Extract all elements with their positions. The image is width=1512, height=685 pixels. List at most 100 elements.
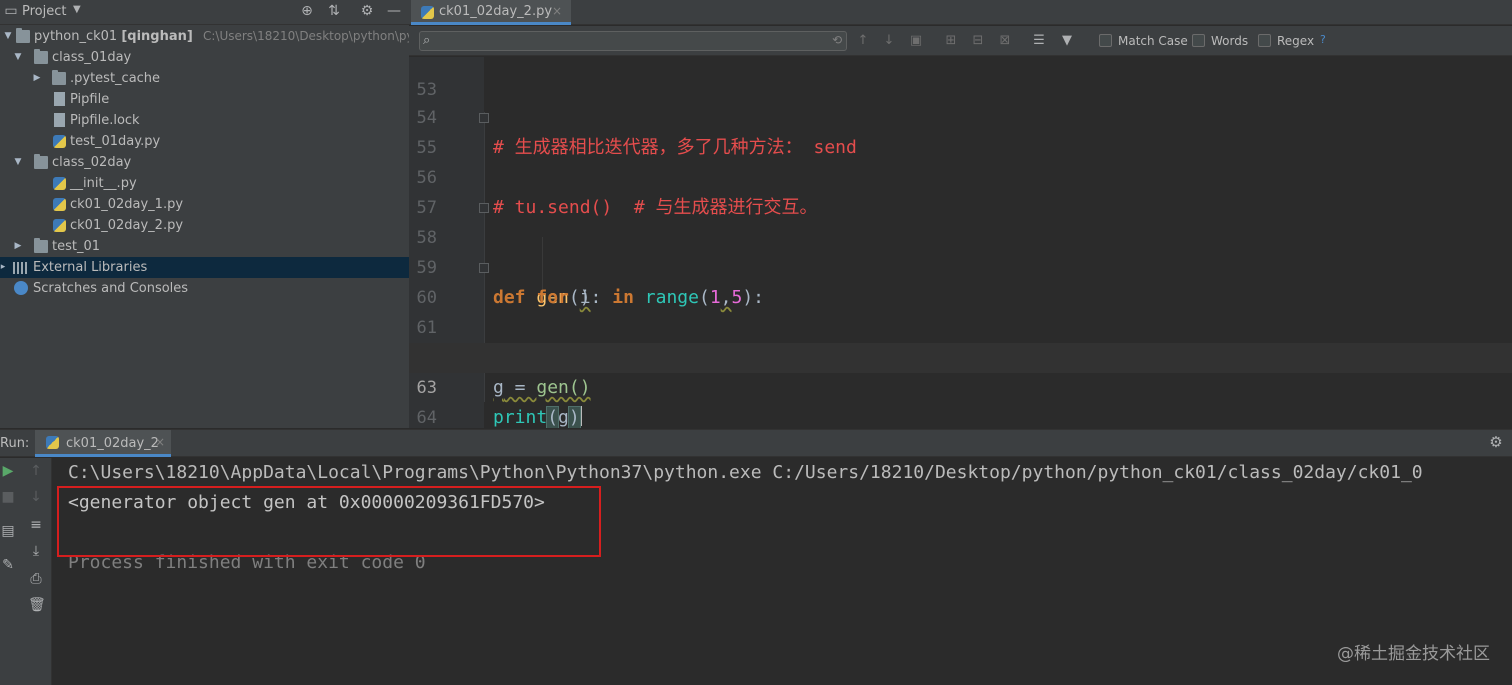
tree-item-label: python_ck01 [34,29,118,44]
code-line[interactable]: 55 # tu.send() # 与生成器进行交互。 [409,103,1512,218]
tree-item-label: test_01day.py [70,134,161,149]
tree-item-ck01-02day-2[interactable]: ck01_02day_2.py [0,215,409,236]
python-file-icon [53,198,66,211]
fold-marker-icon[interactable] [479,113,489,123]
up-icon[interactable]: ↑ [28,462,44,480]
remove-occurrence-icon[interactable]: ⊟ [970,33,986,49]
filter-icon[interactable]: ▼ [1059,33,1075,49]
tree-item-init[interactable]: __init__.py [0,173,409,194]
rerun-icon[interactable]: ▶ [0,462,16,480]
folder-icon [34,238,48,253]
scroll-to-end-icon[interactable]: ⤓ [28,542,44,560]
folder-icon [16,28,30,43]
checkbox-box[interactable] [1192,34,1205,47]
fold-marker-icon[interactable] [479,203,489,213]
match-case-checkbox[interactable]: Match Case [1099,34,1188,50]
close-icon[interactable]: × [552,4,562,18]
collapse-arrow-icon[interactable]: ▶ [12,236,24,257]
tree-item-label: test_01 [52,239,101,254]
words-label: Words [1211,34,1249,48]
code-line[interactable]: 62 g = gen() [409,313,1512,398]
text-caret [579,406,582,426]
layout-icon[interactable]: ▤ [0,522,16,540]
watermark: @稀土掘金技术社区 [1337,644,1490,664]
tree-item-class-02day[interactable]: ▼ class_02day [0,152,409,173]
tree-item-pytest-cache[interactable]: ▶ .pytest_cache [0,68,409,89]
collapse-all-icon[interactable]: ⇅ [326,3,342,19]
collapse-arrow-icon[interactable]: ▶ [31,68,43,89]
regex-checkbox[interactable]: Regex [1258,34,1314,50]
code-line[interactable]: 56 [409,133,1512,188]
code-line[interactable]: 57 [409,163,1512,218]
tree-item-label: ck01_02day_2.py [70,218,184,233]
search-box[interactable]: ⌕ ⟲ [419,31,847,51]
toggle-occurrences-icon[interactable]: ⊠ [997,33,1013,49]
tree-item-ck01-02day-1[interactable]: ck01_02day_1.py [0,194,409,215]
chevron-down-icon[interactable]: ▼ [73,4,81,15]
words-checkbox[interactable]: Words [1192,34,1248,50]
expand-arrow-icon[interactable]: ▼ [12,47,24,68]
select-all-occurrences-icon[interactable]: ▣ [908,33,924,49]
tree-item-label: .pytest_cache [70,71,161,86]
tree-item-pipfile-lock[interactable]: Pipfile.lock [0,110,409,131]
hide-panel-icon[interactable]: — [386,3,402,19]
project-title[interactable]: Project [22,4,66,19]
code-line[interactable]: 59 for i in range(1,5): [409,223,1512,308]
line-number: 64 [416,408,437,428]
add-occurrence-icon[interactable]: ⊞ [943,33,959,49]
gear-icon[interactable]: ⚙ [1488,434,1504,450]
expand-arrow-icon[interactable]: ▼ [12,152,24,173]
scratch-icon [14,281,28,295]
gear-icon[interactable]: ⚙ [359,3,375,19]
regex-label: Regex [1277,34,1315,48]
code-builtin: print [493,407,548,428]
tree-item-label: Scratches and Consoles [33,281,189,296]
checkbox-box[interactable] [1258,34,1271,47]
tree-item-test-01day[interactable]: test_01day.py [0,131,409,152]
checkbox-box[interactable] [1099,34,1112,47]
fold-marker-icon[interactable] [479,263,489,273]
print-icon[interactable]: ⎙ [28,570,44,588]
console-command-line: C:\Users\18210\AppData\Local\Programs\Py… [68,462,1423,483]
tree-item-label: ck01_02day_1.py [70,197,184,212]
tree-item-scratches[interactable]: Scratches and Consoles [0,278,409,299]
regex-help-icon[interactable]: ? [1320,33,1326,46]
locate-icon[interactable]: ⊕ [299,3,315,19]
project-view-icon[interactable]: ▭ [3,3,19,19]
tree-item-pipfile[interactable]: Pipfile [0,89,409,110]
library-icon [13,262,29,274]
code-line[interactable]: 60 yield i [409,253,1512,368]
collapse-arrow-icon[interactable]: ▸ [0,257,9,278]
run-tab[interactable]: ck01_02day_2 × [35,430,171,457]
pin-icon[interactable]: ✎ [0,556,16,574]
code-line[interactable]: 54 # 生成器相比迭代器，多了几种方法： send [409,73,1512,158]
python-file-icon [46,436,59,449]
tree-item-external-libraries[interactable]: ▸ External Libraries [0,257,409,278]
editor-tab-active[interactable]: ck01_02day_2.py × [411,0,571,25]
code-line[interactable]: 61 [409,283,1512,338]
expand-arrow-icon[interactable]: ▼ [2,26,14,47]
code-punct: ) [567,406,581,428]
code-line[interactable]: 64 [409,373,1512,428]
close-icon[interactable]: × [155,435,165,449]
python-file-icon [53,177,66,190]
next-occurrence-icon[interactable]: ↓ [881,33,897,49]
stop-icon[interactable]: ■ [0,488,16,506]
tree-item-root[interactable]: ▼ python_ck01 [qinghan] C:\Users\18210\D… [0,26,426,47]
console-output[interactable]: C:\Users\18210\AppData\Local\Programs\Py… [53,458,1512,685]
run-toolbar: ▶ ↑ ■ ↓ ≡ ▤ ⤓ ✎ ⎙ 🗑 [0,458,52,685]
search-icon[interactable]: ⌕ [423,33,430,48]
code-line-current[interactable]: 63 print(g) [409,343,1512,428]
tree-item-class-01day[interactable]: ▼ class_01day [0,47,409,68]
down-icon[interactable]: ↓ [28,488,44,506]
editor-tab-label: ck01_02day_2.py [439,4,553,19]
filter-list-icon[interactable]: ☰ [1031,33,1047,49]
trash-icon[interactable]: 🗑 [28,596,46,614]
code-editor[interactable]: 53 54 # 生成器相比迭代器，多了几种方法： send 55 # tu.se… [409,57,1512,428]
previous-occurrence-icon[interactable]: ↑ [855,33,871,49]
search-input[interactable] [442,33,822,49]
search-history-icon[interactable]: ⟲ [832,33,842,47]
code-line[interactable]: 58 def gen(): [409,193,1512,308]
tree-item-test-01[interactable]: ▶ test_01 [0,236,409,257]
soft-wrap-icon[interactable]: ≡ [28,516,44,534]
